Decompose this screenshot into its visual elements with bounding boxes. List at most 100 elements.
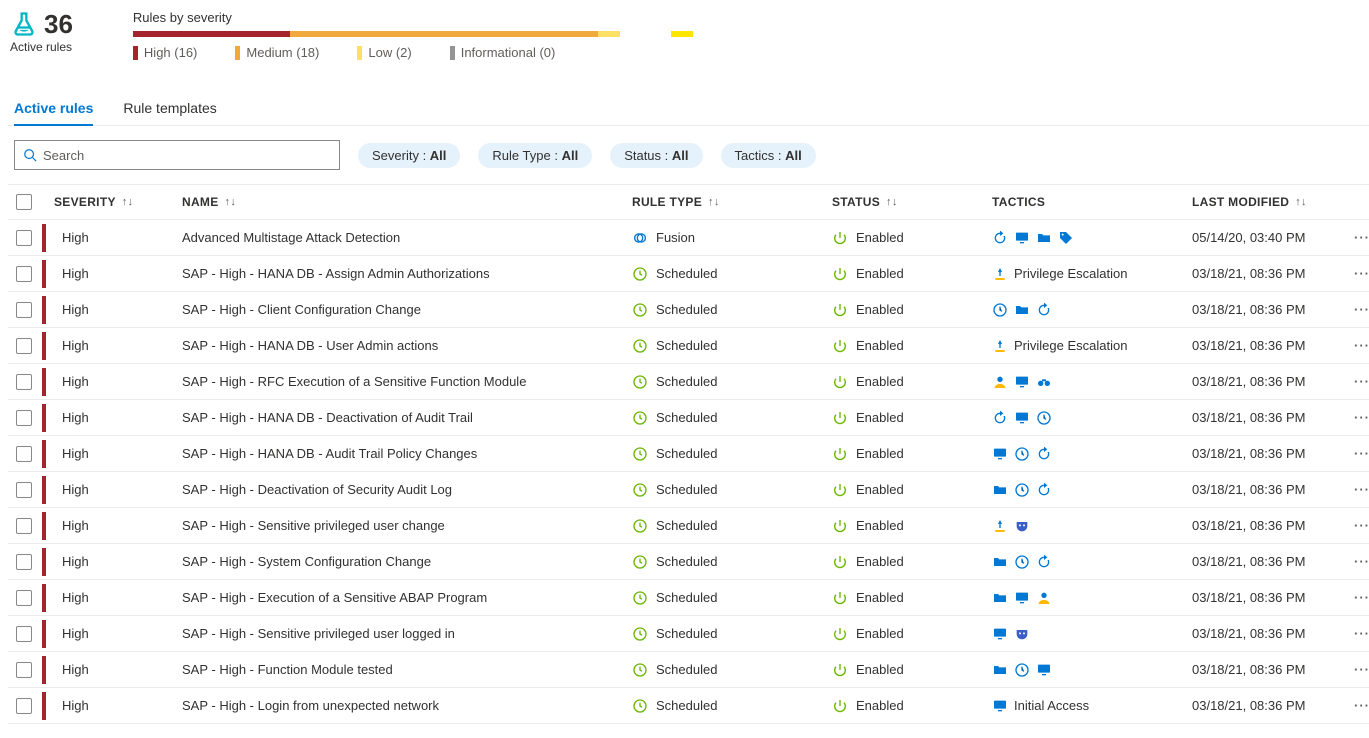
- severity-cell: High: [54, 410, 182, 425]
- filter-ruletype[interactable]: Rule Type : All: [478, 143, 592, 168]
- row-checkbox[interactable]: [16, 302, 32, 318]
- lastmod-cell: 03/18/21, 08:36 PM: [1192, 626, 1352, 641]
- severity-cell: High: [54, 590, 182, 605]
- scheduled-icon: [632, 338, 648, 354]
- row-checkbox[interactable]: [16, 266, 32, 282]
- tactics-cell: [992, 410, 1192, 426]
- severity-indicator: [42, 440, 46, 468]
- tab-rule-templates[interactable]: Rule templates: [123, 100, 216, 125]
- tactics-cell: [992, 230, 1192, 246]
- row-checkbox[interactable]: [16, 554, 32, 570]
- tactic-loop-icon: [992, 410, 1008, 426]
- select-all-checkbox[interactable]: [16, 194, 32, 210]
- table-row[interactable]: High SAP - High - Sensitive privileged u…: [8, 508, 1369, 544]
- row-checkbox[interactable]: [16, 698, 32, 714]
- table-row[interactable]: High SAP - High - Deactivation of Securi…: [8, 472, 1369, 508]
- tactics-cell: Privilege Escalation: [992, 338, 1192, 354]
- ruletype-cell: Scheduled: [632, 338, 832, 354]
- col-name[interactable]: NAME↑↓: [182, 187, 632, 217]
- legend-info[interactable]: Informational (0): [450, 45, 556, 60]
- name-cell: SAP - High - System Configuration Change: [182, 554, 632, 569]
- tactic-monitor-icon: [1014, 410, 1030, 426]
- legend-medium[interactable]: Medium (18): [235, 45, 319, 60]
- legend-low[interactable]: Low (2): [357, 45, 411, 60]
- power-icon: [832, 626, 848, 642]
- tactic-clock-icon: [1014, 446, 1030, 462]
- severity-indicator: [42, 224, 46, 252]
- row-more-button[interactable]: ···: [1352, 410, 1369, 425]
- row-more-button[interactable]: ···: [1352, 554, 1369, 569]
- row-more-button[interactable]: ···: [1352, 230, 1369, 245]
- legend-high[interactable]: High (16): [133, 45, 197, 60]
- tactic-privesc-icon: [992, 338, 1008, 354]
- tactic-clock-icon: [1014, 662, 1030, 678]
- tactic-privesc-icon: [992, 518, 1008, 534]
- table-row[interactable]: High SAP - High - RFC Execution of a Sen…: [8, 364, 1369, 400]
- col-status[interactable]: STATUS↑↓: [832, 187, 992, 217]
- table-row[interactable]: High SAP - High - Sensitive privileged u…: [8, 616, 1369, 652]
- row-checkbox[interactable]: [16, 374, 32, 390]
- filter-severity[interactable]: Severity : All: [358, 143, 460, 168]
- ruletype-cell: Fusion: [632, 230, 832, 246]
- col-ruletype[interactable]: RULE TYPE↑↓: [632, 187, 832, 217]
- tactics-cell: [992, 482, 1192, 498]
- row-checkbox[interactable]: [16, 626, 32, 642]
- row-more-button[interactable]: ···: [1352, 662, 1369, 677]
- table-row[interactable]: High SAP - High - Function Module tested…: [8, 652, 1369, 688]
- scheduled-icon: [632, 626, 648, 642]
- row-more-button[interactable]: ···: [1352, 338, 1369, 353]
- row-checkbox[interactable]: [16, 590, 32, 606]
- table-row[interactable]: High Advanced Multistage Attack Detectio…: [8, 220, 1369, 256]
- tab-active-rules[interactable]: Active rules: [14, 100, 93, 126]
- ruletype-cell: Scheduled: [632, 518, 832, 534]
- table-row[interactable]: High SAP - High - HANA DB - Assign Admin…: [8, 256, 1369, 292]
- tabs: Active rules Rule templates: [8, 70, 1369, 126]
- table-row[interactable]: High SAP - High - Login from unexpected …: [8, 688, 1369, 724]
- row-more-button[interactable]: ···: [1352, 626, 1369, 641]
- table-row[interactable]: High SAP - High - System Configuration C…: [8, 544, 1369, 580]
- row-more-button[interactable]: ···: [1352, 374, 1369, 389]
- table-row[interactable]: High SAP - High - HANA DB - User Admin a…: [8, 328, 1369, 364]
- row-more-button[interactable]: ···: [1352, 518, 1369, 533]
- tactic-loop-icon: [1036, 554, 1052, 570]
- power-icon: [832, 554, 848, 570]
- col-lastmod[interactable]: LAST MODIFIED↑↓: [1192, 187, 1352, 217]
- row-more-button[interactable]: ···: [1352, 482, 1369, 497]
- active-rules-counter: 36 Active rules: [8, 10, 73, 54]
- row-checkbox[interactable]: [16, 662, 32, 678]
- row-more-button[interactable]: ···: [1352, 590, 1369, 605]
- table-row[interactable]: High SAP - High - Client Configuration C…: [8, 292, 1369, 328]
- table-row[interactable]: High SAP - High - HANA DB - Deactivation…: [8, 400, 1369, 436]
- row-more-button[interactable]: ···: [1352, 446, 1369, 461]
- filter-tactics[interactable]: Tactics : All: [721, 143, 816, 168]
- filter-status[interactable]: Status : All: [610, 143, 702, 168]
- row-checkbox[interactable]: [16, 230, 32, 246]
- name-cell: SAP - High - RFC Execution of a Sensitiv…: [182, 374, 632, 389]
- row-more-button[interactable]: ···: [1352, 266, 1369, 281]
- lastmod-cell: 03/18/21, 08:36 PM: [1192, 374, 1352, 389]
- tactics-text: Initial Access: [1014, 698, 1089, 713]
- search-input[interactable]: Search: [14, 140, 340, 170]
- severity-cell: High: [54, 230, 182, 245]
- name-cell: SAP - High - Client Configuration Change: [182, 302, 632, 317]
- row-more-button[interactable]: ···: [1352, 302, 1369, 317]
- power-icon: [832, 230, 848, 246]
- col-tactics[interactable]: TACTICS: [992, 187, 1192, 217]
- tactic-monitor-icon: [992, 698, 1008, 714]
- row-more-button[interactable]: ···: [1352, 698, 1369, 713]
- row-checkbox[interactable]: [16, 482, 32, 498]
- table-row[interactable]: High SAP - High - HANA DB - Audit Trail …: [8, 436, 1369, 472]
- row-checkbox[interactable]: [16, 338, 32, 354]
- row-checkbox[interactable]: [16, 446, 32, 462]
- row-checkbox[interactable]: [16, 410, 32, 426]
- lastmod-cell: 03/18/21, 08:36 PM: [1192, 662, 1352, 677]
- tactic-mask-icon: [1014, 518, 1030, 534]
- name-cell: SAP - High - Sensitive privileged user l…: [182, 626, 632, 641]
- col-severity[interactable]: SEVERITY↑↓: [54, 187, 182, 217]
- row-checkbox[interactable]: [16, 518, 32, 534]
- status-cell: Enabled: [832, 698, 992, 714]
- power-icon: [832, 662, 848, 678]
- rules-table: SEVERITY↑↓ NAME↑↓ RULE TYPE↑↓ STATUS↑↓ T…: [8, 184, 1369, 724]
- power-icon: [832, 266, 848, 282]
- table-row[interactable]: High SAP - High - Execution of a Sensiti…: [8, 580, 1369, 616]
